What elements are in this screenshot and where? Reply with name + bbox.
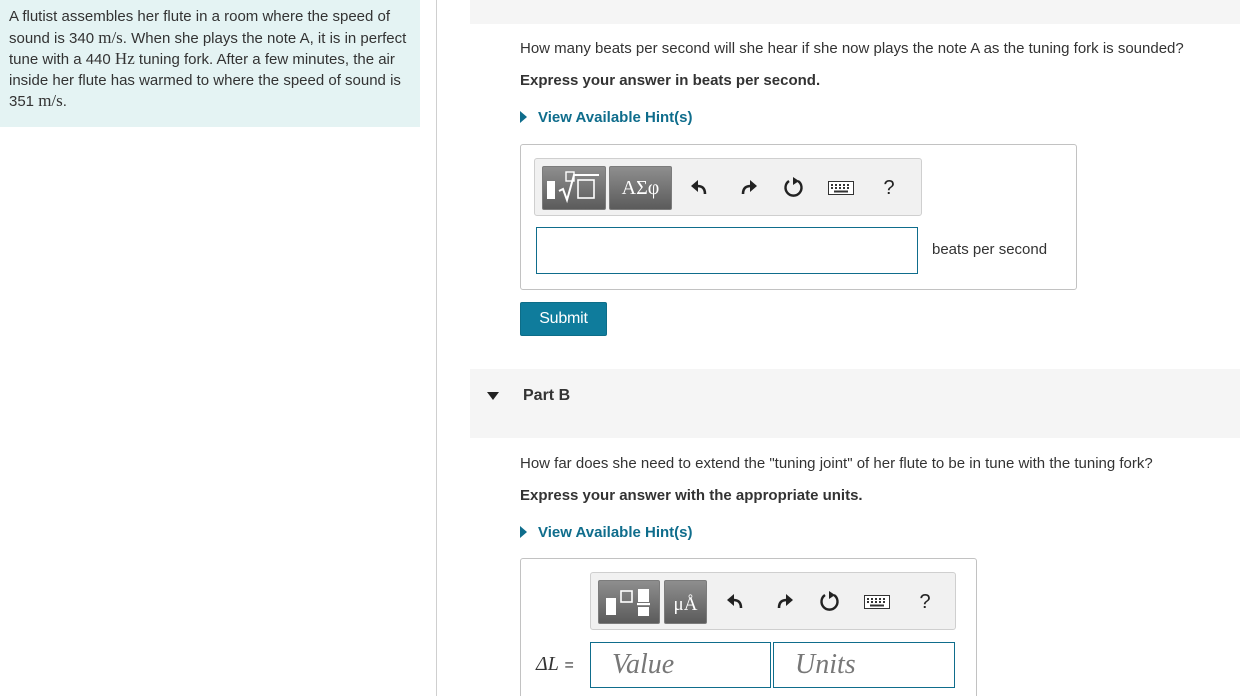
undo-icon[interactable] xyxy=(723,589,749,615)
value-units-template-button[interactable] xyxy=(598,580,660,624)
part-b-hint-link[interactable]: View Available Hint(s) xyxy=(520,524,693,541)
part-a-question: How many beats per second will she hear … xyxy=(520,40,1184,57)
part-b-hint-label: View Available Hint(s) xyxy=(538,524,693,541)
equals-sign: = xyxy=(564,657,574,674)
symbols-button[interactable]: ΑΣφ xyxy=(609,166,672,210)
keyboard-icon[interactable] xyxy=(863,593,891,611)
symbols-label: ΑΣφ xyxy=(621,176,660,199)
part-b-question: How far does she need to extend the "tun… xyxy=(520,455,1153,472)
unit-meters-per-second: m/s xyxy=(98,27,123,47)
value-units-template-icon xyxy=(606,589,650,616)
value-input[interactable]: Value xyxy=(590,642,771,688)
intro-text-4: . xyxy=(62,93,67,110)
part-b-math-toolbar: μÅ ? xyxy=(590,572,956,630)
submit-button[interactable]: Submit xyxy=(520,302,607,336)
part-b-instruction: Express your answer with the appropriate… xyxy=(520,487,863,504)
units-input[interactable]: Units xyxy=(773,642,955,688)
unit-meters-per-second-2: m/s xyxy=(38,91,63,110)
redo-icon[interactable] xyxy=(735,175,761,201)
help-label: ? xyxy=(883,176,895,199)
collapse-caret-icon[interactable] xyxy=(487,392,499,400)
column-divider xyxy=(436,0,437,696)
part-b-title: Part B xyxy=(523,387,571,404)
templates-button[interactable] xyxy=(542,166,606,210)
part-a-answer-input[interactable] xyxy=(536,227,918,274)
reset-icon[interactable] xyxy=(781,175,807,201)
part-a-hint-label: View Available Hint(s) xyxy=(538,109,693,126)
reset-icon[interactable] xyxy=(817,589,843,615)
help-button[interactable]: ? xyxy=(877,175,901,201)
redo-icon[interactable] xyxy=(771,589,797,615)
expand-triangle-icon xyxy=(520,111,527,123)
part-a-math-toolbar: ΑΣφ ? xyxy=(534,158,922,216)
part-b-header[interactable] xyxy=(470,369,1240,438)
part-a-instruction: Express your answer in beats per second. xyxy=(520,72,821,89)
variable-label: ΔL = xyxy=(536,653,574,676)
units-button[interactable]: μÅ xyxy=(664,580,707,624)
part-a-header-strip xyxy=(470,0,1240,24)
keyboard-icon[interactable] xyxy=(827,179,855,197)
expand-triangle-icon xyxy=(520,526,527,538)
radical-template-icon xyxy=(547,171,599,204)
part-a-hint-link[interactable]: View Available Hint(s) xyxy=(520,109,693,126)
problem-statement: A flutist assembles her flute in a room … xyxy=(0,0,420,127)
part-b-answer-box: μÅ ? ΔL = Value Units xyxy=(520,558,977,696)
delta-l-symbol: ΔL xyxy=(536,653,559,675)
units-label: μÅ xyxy=(673,594,698,615)
help-label: ? xyxy=(919,590,931,613)
part-a-unit-label: beats per second xyxy=(932,241,1048,258)
unit-hertz: Hz xyxy=(114,49,135,68)
help-button[interactable]: ? xyxy=(913,589,937,615)
part-a-answer-box: ΑΣφ ? beats per second xyxy=(520,144,1077,290)
undo-icon[interactable] xyxy=(687,175,713,201)
